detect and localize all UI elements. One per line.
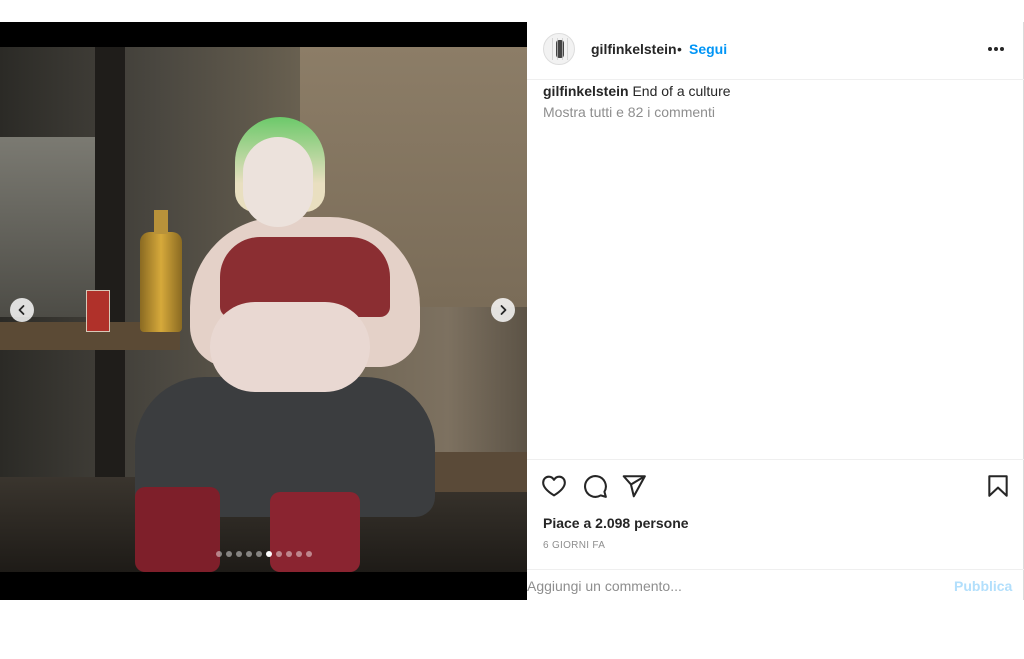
comment-input[interactable] [527, 575, 927, 597]
carousel-dot [256, 551, 262, 557]
figure-boot-left [135, 487, 220, 572]
caption-username[interactable]: gilfinkelstein [543, 83, 629, 99]
publish-button[interactable]: Pubblica [954, 578, 1012, 594]
person-figure [135, 117, 435, 572]
post-header: gilfinkelstein • Segui [527, 22, 1024, 80]
caption-text: End of a culture [632, 83, 731, 99]
carousel-dot [246, 551, 252, 557]
figure-boot-right [270, 492, 360, 572]
post-caption: gilfinkelstein End of a culture [543, 82, 731, 100]
post-dialog: gilfinkelstein • Segui gilfinkelstein En… [0, 22, 1024, 600]
post-side-panel: gilfinkelstein • Segui gilfinkelstein En… [527, 22, 1024, 600]
comment-bubble-icon [584, 475, 607, 498]
avatar[interactable] [543, 33, 575, 65]
bookmark-icon [988, 475, 1008, 497]
like-button[interactable] [541, 473, 567, 499]
figure-belly [210, 302, 370, 392]
more-options-icon-dot [994, 47, 998, 51]
carousel-dot-active [266, 551, 272, 557]
view-all-comments-link[interactable]: Mostra tutti e 82 i commenti [543, 104, 715, 120]
heart-icon [542, 475, 566, 497]
carousel-indicator [216, 551, 312, 557]
post-media [0, 22, 527, 600]
actions-divider [527, 459, 1024, 461]
figure-face [243, 137, 313, 227]
carousel-dot [306, 551, 312, 557]
carousel-dot [276, 551, 282, 557]
more-options-icon [988, 47, 992, 51]
chevron-left-icon [18, 305, 25, 315]
share-button[interactable] [621, 473, 647, 499]
carousel-next-button[interactable] [491, 298, 515, 322]
chevron-right-icon [500, 305, 507, 315]
comment-button[interactable] [582, 473, 608, 499]
post-photo[interactable] [0, 47, 527, 572]
paper-plane-icon [622, 475, 646, 498]
background-window [0, 137, 95, 317]
carousel-prev-button[interactable] [10, 298, 34, 322]
carousel-dot [286, 551, 292, 557]
carousel-dot [216, 551, 222, 557]
carousel-dot [226, 551, 232, 557]
add-comment-section: Pubblica [527, 569, 1024, 600]
carousel-dot [296, 551, 302, 557]
separator-dot: • [677, 41, 682, 57]
carousel-dot [236, 551, 242, 557]
glass [86, 290, 110, 332]
post-timestamp: 6 GIORNI FA [543, 540, 606, 551]
likes-count[interactable]: Piace a 2.098 persone [543, 515, 689, 531]
more-options-icon-dot [1000, 47, 1004, 51]
follow-button[interactable]: Segui [689, 41, 727, 57]
author-username[interactable]: gilfinkelstein [591, 41, 677, 57]
more-options-button[interactable] [985, 38, 1007, 60]
save-button[interactable] [985, 473, 1011, 499]
